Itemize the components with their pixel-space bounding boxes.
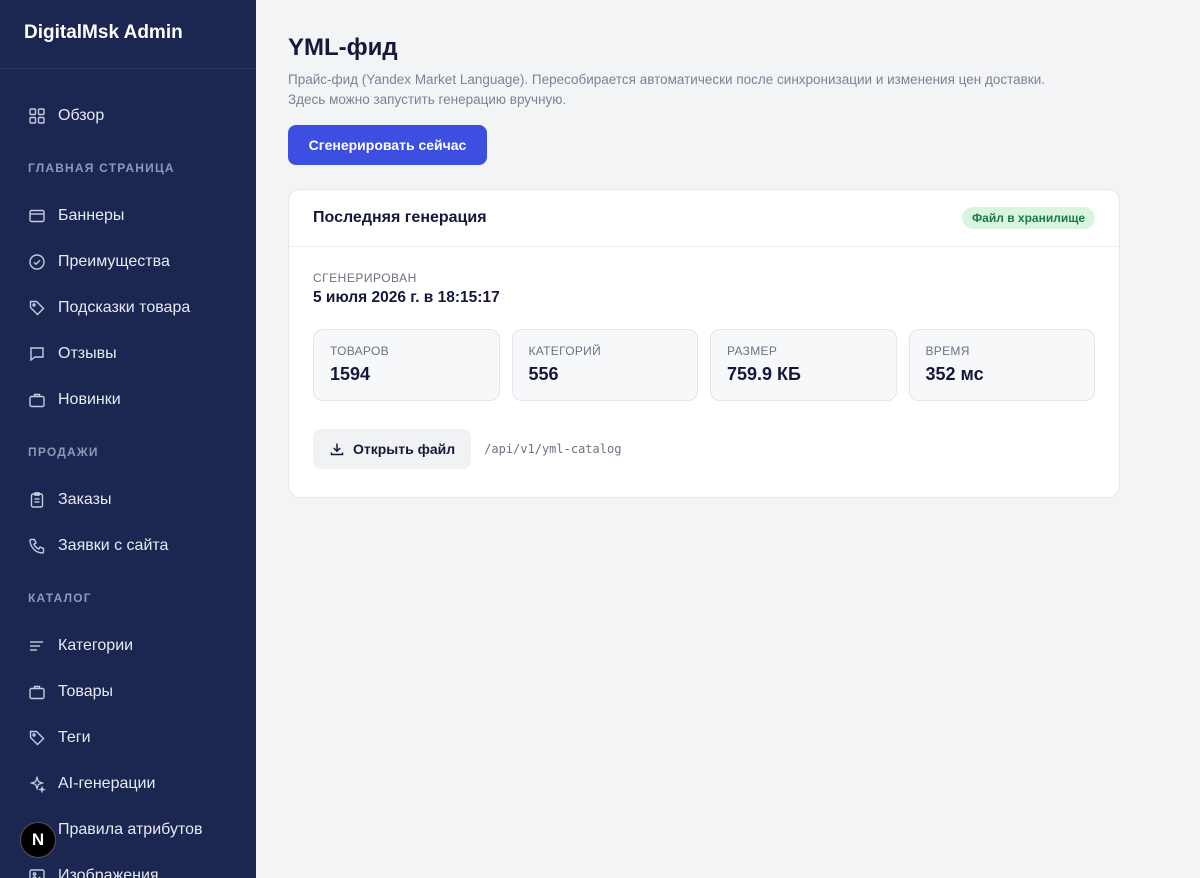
sidebar-item-label: Правила атрибутов — [58, 821, 203, 838]
stat-label: ВРЕМЯ — [925, 344, 970, 358]
download-icon — [330, 443, 344, 456]
generate-now-button[interactable]: Сгенерировать сейчас — [288, 125, 487, 165]
section-title-catalog: Каталог — [28, 591, 92, 605]
status-badge: Файл в хранилище — [961, 207, 1095, 229]
message-icon — [28, 345, 46, 363]
file-path: /api/v1/yml-catalog — [484, 442, 622, 456]
sidebar-item-product-hints[interactable]: Подсказки товара — [0, 285, 256, 331]
sidebar-item-label: Категории — [58, 637, 134, 654]
sidebar-item-categories[interactable]: Категории — [0, 623, 256, 669]
sidebar-item-products[interactable]: Товары — [0, 669, 256, 715]
sidebar-item-label: Преимущества — [58, 253, 170, 270]
stat-label: ТОВАРОВ — [330, 344, 389, 358]
sidebar-item-advantages[interactable]: Преимущества — [0, 239, 256, 285]
sidebar-item-ai-generations[interactable]: AI-генерации — [0, 761, 256, 807]
image-icon — [28, 867, 46, 878]
stat-label: КАТЕГОРИЙ — [528, 344, 602, 358]
stat-value: 352 мс — [925, 364, 984, 384]
section-title-sales: Продажи — [28, 445, 99, 459]
sidebar-nav: Обзор Главная страница Баннеры Преимущес… — [0, 69, 256, 878]
main-content: YML-фид Прайс-фид (Yandex Market Languag… — [288, 0, 1120, 498]
briefcase-icon — [28, 391, 46, 409]
generated-label: СГЕНЕРИРОВАН — [313, 271, 417, 285]
tag-icon — [28, 729, 46, 747]
sidebar-item-new[interactable]: Новинки — [0, 377, 256, 423]
grid-icon — [28, 107, 46, 125]
sidebar-item-overview[interactable]: Обзор — [0, 93, 256, 139]
stat-value: 556 — [528, 364, 559, 384]
sidebar-item-label: Заявки с сайта — [58, 537, 169, 554]
stat-products: ТОВАРОВ 1594 — [313, 329, 500, 401]
section-title-home: Главная страница — [28, 161, 175, 175]
sidebar-item-label: Теги — [58, 729, 91, 746]
stat-categories: КАТЕГОРИЙ 556 — [511, 329, 698, 401]
file-row: Открыть файл /api/v1/yml-catalog — [313, 429, 1095, 469]
stat-value: 759.9 КБ — [727, 364, 801, 384]
dev-tools-badge[interactable]: N — [20, 822, 56, 858]
generated-value: 5 июля 2026 г. в 18:15:17 — [313, 289, 500, 306]
sparkle-icon — [28, 775, 46, 793]
stats-row: ТОВАРОВ 1594 КАТЕГОРИЙ 556 РАЗМЕР 759.9 … — [313, 329, 1095, 401]
sidebar-item-label: Заказы — [58, 491, 112, 508]
sidebar-item-label: Подсказки товара — [58, 299, 191, 316]
sidebar-item-tags[interactable]: Теги — [0, 715, 256, 761]
sidebar-item-label: Товары — [58, 683, 114, 700]
sidebar-item-label: Отзывы — [58, 345, 117, 362]
card-body: СГЕНЕРИРОВАН 5 июля 2026 г. в 18:15:17 Т… — [289, 247, 1119, 469]
lines-icon — [28, 637, 46, 655]
sidebar-item-reviews[interactable]: Отзывы — [0, 331, 256, 377]
last-generation-card: Последняя генерация Файл в хранилище СГЕ… — [288, 189, 1120, 498]
sidebar: DigitalMsk Admin Обзор Главная страница … — [0, 0, 256, 878]
sidebar-item-orders[interactable]: Заказы — [0, 477, 256, 523]
open-file-button[interactable]: Открыть файл — [313, 429, 472, 469]
sidebar-item-banners[interactable]: Баннеры — [0, 193, 256, 239]
page-title: YML-фид — [288, 34, 398, 61]
check-circle-icon — [28, 253, 46, 271]
stat-label: РАЗМЕР — [727, 344, 778, 358]
app-title: DigitalMsk Admin — [0, 0, 256, 69]
open-file-label: Открыть файл — [353, 441, 456, 457]
sidebar-item-requests[interactable]: Заявки с сайта — [0, 523, 256, 569]
sidebar-item-label: Обзор — [58, 107, 105, 124]
card-header: Последняя генерация Файл в хранилище — [289, 190, 1119, 247]
phone-icon — [28, 537, 46, 555]
sidebar-item-label: AI-генерации — [58, 775, 156, 792]
page-description: Прайс-фид (Yandex Market Language). Пере… — [288, 72, 1045, 107]
tag-icon — [28, 299, 46, 317]
stat-size: РАЗМЕР 759.9 КБ — [710, 329, 897, 401]
stat-value: 1594 — [330, 364, 371, 384]
card-icon — [28, 207, 46, 225]
sidebar-item-label: Баннеры — [58, 207, 125, 224]
sidebar-item-label: Изображения — [58, 867, 159, 878]
stat-time: ВРЕМЯ 352 мс — [908, 329, 1095, 401]
briefcase-icon — [28, 683, 46, 701]
sidebar-item-label: Новинки — [58, 391, 121, 408]
clipboard-icon — [28, 491, 46, 509]
card-title: Последняя генерация — [313, 209, 487, 226]
